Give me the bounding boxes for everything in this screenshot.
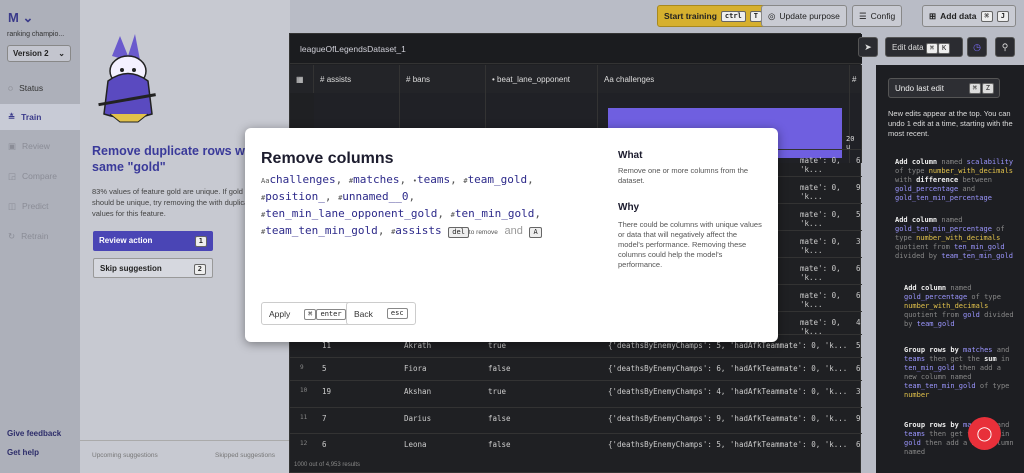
history-icon[interactable]: ◷ [967,37,987,57]
apply-button[interactable]: Apply ⌘ enter [261,302,354,325]
skip-suggestion-button[interactable]: Skip suggestion 2 [93,258,213,278]
shortcut-key: del [448,227,469,238]
shortcut-key: ⌘ [968,83,981,94]
column-token[interactable]: unnamed__0 [342,190,408,203]
table-row[interactable]: 12 6 Leona false {'deathsByEnemyChamps': 5, … [290,433,862,455]
column-token[interactable]: challenges [269,173,335,186]
column-header-beat-lane-opponent[interactable]: • beat_lane_opponent [486,65,598,93]
hint-text: to remove [468,229,498,236]
edit-history-panel: Undo last edit ⌘ Z New edits appear at the… [876,65,1024,473]
column-header-d[interactable]: # [850,65,862,93]
shortcut-key: enter [316,308,346,320]
edit-data-button[interactable]: Edit data ⌘ K [885,37,963,57]
skipped-suggestions-tab[interactable]: Skipped suggestions [215,452,275,459]
column-header-bans[interactable]: # bans [400,65,486,93]
why-text: There could be columns with unique value… [618,220,762,269]
compare-icon: ◲ [8,170,17,181]
undo-note: New edits appear at the top. You can und… [888,109,1013,138]
get-help-link[interactable]: Get help [7,448,39,457]
shortcut-key: ctrl [720,10,746,22]
and-placeholder[interactable]: and [504,225,522,237]
chevron-down-icon: ⌄ [58,49,65,58]
divider [80,440,290,441]
why-heading: Why [618,202,640,213]
chat-support-button[interactable]: ◯ [968,417,1001,450]
table-row[interactable]: 9 5 Fiora false {'deathsByEnemyChamps': 6, '… [290,357,862,379]
review-icon: ▣ [8,140,17,151]
column-token[interactable]: team_ten_min_gold [265,224,378,237]
what-text: Remove one or more columns from the data… [618,166,749,185]
shortcut-key: 1 [194,236,207,247]
project-name[interactable]: ranking champio... [7,31,64,38]
results-count: 1000 out of 4,953 results [294,462,361,468]
chat-icon: ◯ [976,425,993,441]
review-action-button[interactable]: Review action 1 [93,231,213,251]
shortcut-key: ⌘ [980,10,993,22]
config-button[interactable]: ☰ Config [852,5,903,27]
edit-log-entry: Group rows by matches and teams then get… [904,346,1010,399]
shortcut-key: ⌘ [925,43,939,54]
column-header-assists[interactable]: # assists [314,65,400,93]
nav-item-predict[interactable]: ◫ Predict [0,193,80,219]
column-header-challenges[interactable]: Aa challenges [598,65,850,93]
suggestion-description: 83% values of feature gold are unique. I… [92,187,255,218]
column-token[interactable]: position_ [265,190,325,203]
nav-item-retrain[interactable]: ↻ Retrain [0,223,80,249]
what-heading: What [618,150,643,161]
edit-log-entry: Add column named scalability of type num… [895,158,1014,202]
undo-last-edit-button[interactable]: Undo last edit ⌘ Z [888,78,1000,98]
nav-item-status[interactable]: ◌ Status [0,75,80,101]
sidebar-nav: M ⌄ ranking champio... Version 2 ⌄ ◌ Statu… [0,0,80,473]
add-data-button[interactable]: ⊞ Add data ⌘ J [922,5,1016,27]
start-training-button[interactable]: Start training ctrl T [657,5,769,27]
table-row[interactable]: 10 19 Akshan true {'deathsByEnemyChamps': 4,… [290,380,862,402]
shortcut-key: K [938,43,951,54]
table-icon: ▦ [290,65,314,93]
give-feedback-link[interactable]: Give feedback [7,429,61,438]
shortcut-key: 2 [193,264,206,275]
shortcut-key: Z [981,83,994,94]
mascot-illustration [98,34,156,123]
train-icon: ≛ [8,111,16,122]
nav-item-review[interactable]: ▣ Review [0,133,80,159]
nav-item-compare[interactable]: ◲ Compare [0,163,80,189]
column-list: Aachallenges, #matches, •teams, #team_go… [261,173,542,238]
plus-icon: ⊞ [929,10,937,21]
version-select[interactable]: Version 2 ⌄ [7,45,71,62]
column-token[interactable]: matches [353,173,399,186]
target-icon: ◎ [768,10,776,21]
shortcut-key: ⌘ [304,308,317,320]
column-token[interactable]: team_gold [468,173,528,186]
edit-log-entry: Add column named gold_percentage of type… [904,284,1014,328]
shortcut-key: esc [386,308,408,319]
cursor-icon[interactable]: ➤ [858,37,878,57]
upcoming-suggestions-tab[interactable]: Upcoming suggestions [92,452,158,459]
dialog-title: Remove columns [261,150,394,167]
column-token[interactable]: teams [417,173,450,186]
top-toolbar: Start training ctrl T ◎ Update purpose ☰ Con… [290,0,1024,32]
predict-icon: ◫ [8,200,17,211]
back-button[interactable]: Back esc [346,302,416,325]
chevron-down-icon[interactable]: ⌄ [22,10,33,25]
table-row[interactable]: 11 7 Darius false {'deathsByEnemyChamps': 9,… [290,407,862,429]
search-icon[interactable]: ⚲ [995,37,1015,57]
column-token[interactable]: assists [395,224,441,237]
nav-item-train[interactable]: ≛ Train [0,104,80,130]
edit-log-entry: Add column named gold_ten_min_percentage… [895,216,1014,260]
column-token[interactable]: ten_min_gold [455,207,534,220]
shortcut-key: J [996,10,1009,22]
status-icon: ◌ [8,83,14,93]
column-token[interactable]: ten_min_lane_opponent_gold [265,207,437,220]
retrain-icon: ↻ [8,230,16,241]
update-purpose-button[interactable]: ◎ Update purpose [761,5,847,27]
sliders-icon: ☰ [859,10,867,21]
app-logo[interactable]: M ⌄ [8,10,33,26]
shortcut-key: A [529,227,542,238]
dataset-name: leagueOfLegendsDataset_1 [290,34,862,64]
remove-columns-dialog: Remove columns Aachallenges, #matches, •… [245,128,778,342]
